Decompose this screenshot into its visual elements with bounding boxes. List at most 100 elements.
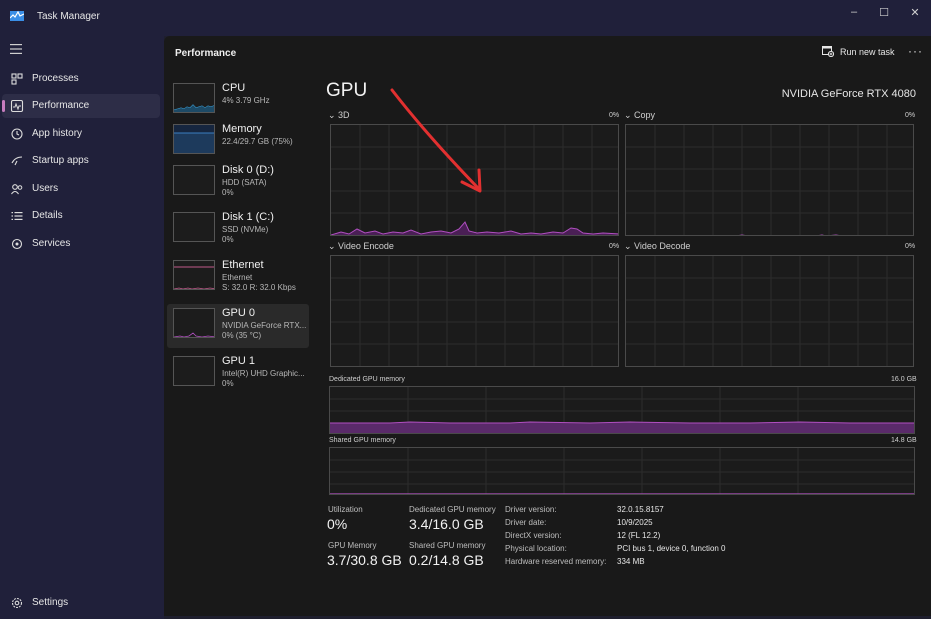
gpu-1-thumbnail-graph — [173, 356, 215, 386]
sidebar-item-services[interactable]: Services — [2, 232, 160, 256]
minimize-button[interactable]: – — [838, 0, 870, 24]
shared-memory-stat-value: 0.2/14.8 GB — [409, 552, 484, 568]
device-name: CPU — [222, 82, 246, 94]
engine-3d-percent: 0% — [609, 112, 620, 119]
shared-memory-max: 14.8 GB — [891, 437, 917, 444]
device-disk-1[interactable]: Disk 1 (C:) SSD (NVMe) 0% — [167, 208, 309, 252]
device-usage: 0% — [222, 188, 234, 197]
gpu-title: GPU — [326, 80, 368, 101]
driver-date-value: 10/9/2025 — [617, 518, 653, 527]
physical-location-value: PCI bus 1, device 0, function 0 — [617, 544, 726, 553]
utilization-label: Utilization — [328, 505, 363, 514]
directx-version-value: 12 (FL 12.2) — [617, 531, 661, 540]
gear-icon — [11, 597, 23, 609]
device-usage: 0% — [222, 379, 234, 388]
cpu-thumbnail-graph — [173, 83, 215, 113]
window-title: Task Manager — [37, 11, 100, 22]
device-gpu-0[interactable]: GPU 0 NVIDIA GeForce RTX... 0% (35 °C) — [167, 304, 309, 348]
engine-label: Copy — [634, 110, 656, 120]
sidebar-item-app-history[interactable]: App history — [2, 122, 160, 146]
sidebar-item-label: Startup apps — [32, 155, 89, 166]
sidebar-item-settings[interactable]: Settings — [2, 591, 160, 615]
sidebar-item-details[interactable]: Details — [2, 204, 160, 228]
device-ethernet[interactable]: Ethernet Ethernet S: 32.0 R: 32.0 Kbps — [167, 256, 309, 300]
sidebar-item-processes[interactable]: Processes — [2, 67, 160, 91]
title-bar: Task Manager – ☐ ✕ — [0, 0, 931, 36]
dedicated-memory-max: 16.0 GB — [891, 376, 917, 383]
sidebar: Processes Performance App history Startu… — [0, 36, 164, 619]
reserved-memory-value: 334 MB — [617, 557, 645, 566]
device-usage: 0% (35 °C) — [222, 331, 262, 340]
device-name: Disk 0 (D:) — [222, 164, 274, 176]
reserved-memory-label: Hardware reserved memory: — [505, 557, 607, 566]
device-cpu[interactable]: CPU 4% 3.79 GHz — [167, 79, 309, 123]
device-name: GPU 0 — [222, 307, 256, 319]
close-button[interactable]: ✕ — [899, 0, 931, 24]
page-title: Performance — [175, 48, 237, 59]
sidebar-item-label: Details — [32, 210, 63, 221]
physical-location-label: Physical location: — [505, 544, 567, 553]
engine-video-decode-percent: 0% — [905, 243, 916, 250]
maximize-button[interactable]: ☐ — [868, 0, 900, 24]
sidebar-item-label: Settings — [32, 597, 69, 608]
sidebar-item-label: App history — [32, 128, 83, 139]
page-header: Performance Run new task ··· — [164, 36, 931, 70]
driver-version-value: 32.0.15.8157 — [617, 505, 664, 514]
device-name: Memory — [222, 123, 262, 135]
engine-label: Video Encode — [338, 241, 394, 251]
active-indicator — [2, 100, 5, 112]
device-detail: 4% 3.79 GHz — [222, 96, 270, 105]
device-gpu-1[interactable]: GPU 1 Intel(R) UHD Graphic... 0% — [167, 352, 309, 396]
services-icon — [11, 238, 23, 250]
sidebar-item-performance[interactable]: Performance — [2, 94, 160, 118]
engine-video-decode-graph — [625, 255, 914, 367]
shared-memory-stat-label: Shared GPU memory — [409, 541, 486, 550]
startup-icon — [11, 156, 23, 166]
device-usage: 0% — [222, 235, 234, 244]
shared-memory-graph — [329, 447, 915, 495]
device-name: Disk 1 (C:) — [222, 211, 274, 223]
task-manager-logo-icon — [10, 10, 24, 21]
ethernet-thumbnail-graph — [173, 260, 215, 290]
disk-0-thumbnail-graph — [173, 165, 215, 195]
gpu-memory-value: 3.7/30.8 GB — [327, 552, 402, 568]
sidebar-item-label: Services — [32, 238, 71, 249]
details-icon — [11, 212, 23, 220]
users-icon — [11, 184, 23, 195]
sidebar-item-users[interactable]: Users — [2, 177, 160, 201]
run-task-icon — [822, 46, 834, 57]
disk-1-thumbnail-graph — [173, 212, 215, 242]
device-detail: Ethernet — [222, 273, 253, 282]
dedicated-memory-stat-value: 3.4/16.0 GB — [409, 516, 484, 532]
driver-version-label: Driver version: — [505, 505, 557, 514]
gpu-memory-label: GPU Memory — [328, 541, 377, 550]
device-detail: 22.4/29.7 GB (75%) — [222, 137, 293, 146]
hamburger-menu-icon[interactable] — [10, 44, 22, 54]
engine-label: Video Decode — [634, 241, 691, 251]
engine-label: 3D — [338, 110, 350, 120]
engine-copy-dropdown[interactable]: ⌄ Copy — [624, 110, 655, 121]
engine-video-encode-graph — [330, 255, 619, 367]
engine-3d-dropdown[interactable]: ⌄ 3D — [328, 110, 350, 121]
device-name: Ethernet — [222, 259, 264, 271]
sidebar-item-label: Users — [32, 183, 59, 194]
device-disk-0[interactable]: Disk 0 (D:) HDD (SATA) 0% — [167, 161, 309, 205]
device-throughput: S: 32.0 R: 32.0 Kbps — [222, 283, 296, 292]
history-icon — [11, 128, 23, 140]
run-new-task-button[interactable]: Run new task — [822, 46, 895, 57]
processes-icon — [11, 73, 23, 85]
dedicated-memory-label: Dedicated GPU memory — [329, 376, 405, 383]
engine-3d-graph — [330, 124, 619, 236]
shared-memory-label: Shared GPU memory — [329, 437, 396, 444]
more-options-button[interactable]: ··· — [908, 44, 923, 58]
directx-version-label: DirectX version: — [505, 531, 562, 540]
utilization-value: 0% — [327, 516, 348, 532]
engine-video-decode-dropdown[interactable]: ⌄ Video Decode — [624, 241, 690, 252]
device-memory[interactable]: Memory 22.4/29.7 GB (75%) — [167, 120, 309, 164]
dedicated-memory-stat-label: Dedicated GPU memory — [409, 505, 496, 514]
device-detail: SSD (NVMe) — [222, 225, 269, 234]
engine-video-encode-dropdown[interactable]: ⌄ Video Encode — [328, 241, 394, 252]
sidebar-item-startup-apps[interactable]: Startup apps — [2, 149, 160, 173]
device-detail: NVIDIA GeForce RTX... — [222, 321, 307, 330]
engine-copy-percent: 0% — [905, 112, 916, 119]
